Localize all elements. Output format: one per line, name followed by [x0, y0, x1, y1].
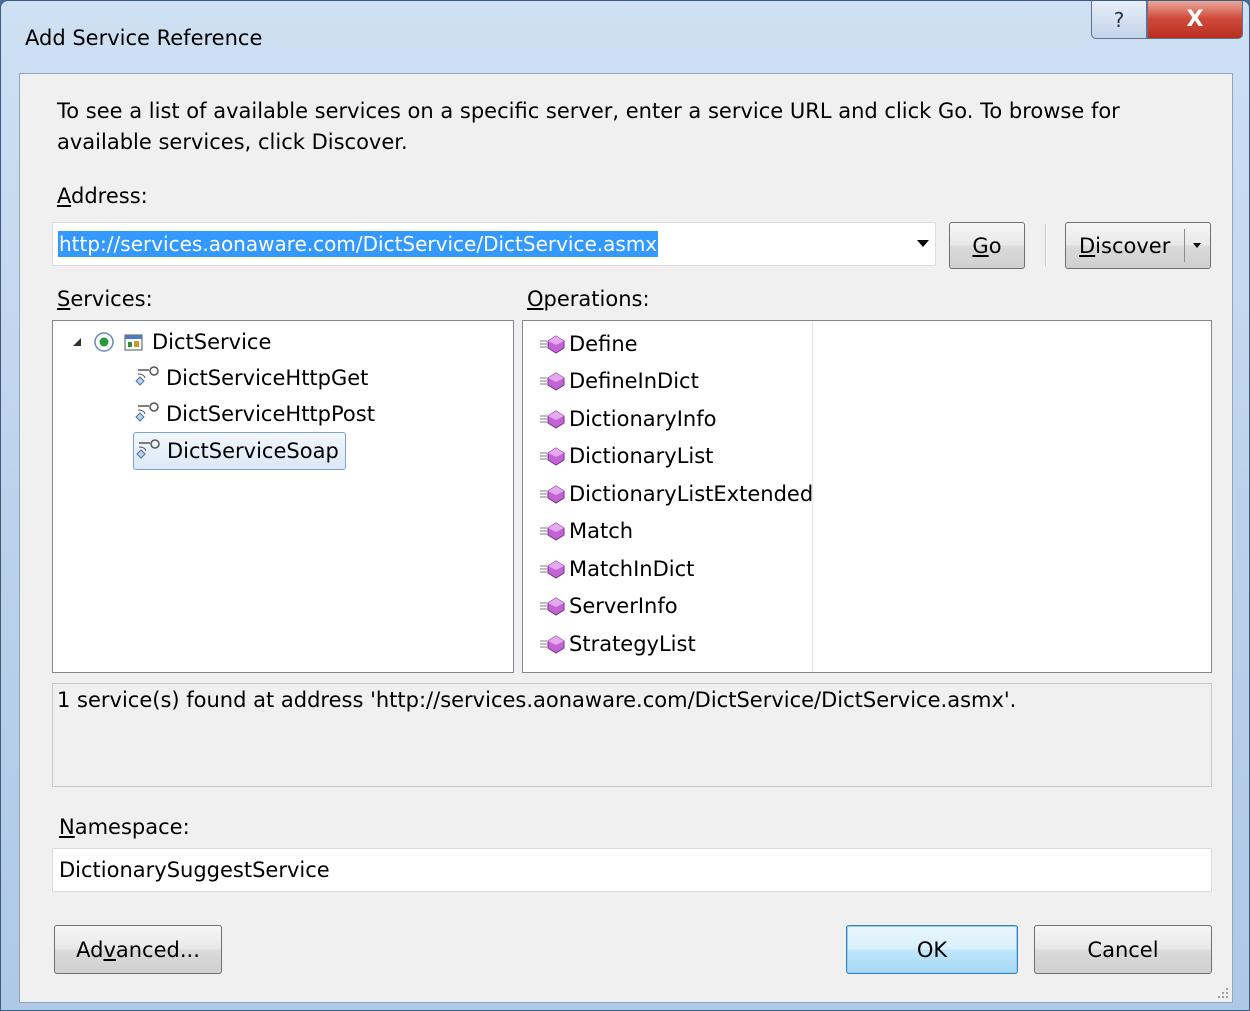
close-button[interactable]: X — [1147, 1, 1243, 39]
operation-item[interactable]: DictionaryList — [539, 438, 713, 475]
window-title: Add Service Reference — [25, 26, 263, 50]
advanced-button[interactable]: Ad v anced... — [54, 925, 222, 974]
method-icon — [540, 447, 565, 466]
operation-label: DictionaryListExtended — [569, 481, 814, 506]
triangle-expanded-icon[interactable] — [71, 336, 83, 348]
operation-label: MatchInDict — [569, 556, 695, 581]
tree-node-httppost[interactable]: DictServiceHttpPost — [135, 397, 375, 431]
method-icon — [540, 484, 565, 504]
operation-item[interactable]: DefineInDict — [539, 363, 699, 400]
help-button[interactable]: ? — [1091, 1, 1147, 39]
operations-label: Operations: — [527, 287, 650, 311]
dropdown-arrow-icon[interactable] — [917, 240, 929, 247]
namespace-label: Namespace: — [59, 815, 190, 839]
tree-node-dictservice[interactable]: DictService — [71, 325, 271, 359]
title-bar[interactable]: Add Service Reference ? X — [1, 1, 1249, 73]
tree-node-soap-selected[interactable]: DictServiceSoap — [133, 432, 346, 470]
instructions-text: To see a list of available services on a… — [57, 99, 1120, 154]
operation-label: DictionaryInfo — [569, 406, 717, 431]
namespace-input[interactable]: DictionarySuggestService — [52, 848, 1212, 892]
operation-item[interactable]: MatchInDict — [539, 550, 694, 587]
go-button[interactable]: Go — [949, 222, 1025, 269]
close-icon: X — [1186, 7, 1204, 32]
address-combobox[interactable]: http://services.aonaware.com/DictService… — [52, 222, 936, 266]
method-icon — [540, 559, 565, 579]
tree-node-label: DictServiceSoap — [167, 439, 339, 463]
service-reference-icon — [124, 334, 143, 351]
operation-item[interactable]: DictionaryInfo — [539, 400, 716, 437]
method-icon — [540, 334, 565, 354]
radio-selected-icon — [94, 332, 114, 352]
operation-item[interactable]: Define — [539, 325, 638, 362]
operation-label: StrategyList — [569, 631, 696, 656]
services-tree[interactable]: DictService DictServiceHttpGet DictServi… — [52, 320, 514, 673]
operation-label: ServerInfo — [569, 594, 678, 618]
operation-item[interactable]: DictionaryListExtended — [539, 475, 813, 512]
cancel-button[interactable]: Cancel — [1034, 925, 1212, 974]
method-icon — [540, 634, 565, 654]
split-divider — [1184, 229, 1185, 262]
operation-item[interactable]: ServerInfo — [539, 588, 678, 625]
operation-label: Define — [569, 331, 638, 356]
discover-dropdown-icon[interactable] — [1193, 243, 1201, 248]
status-message: 1 service(s) found at address 'http://se… — [57, 688, 1017, 712]
operations-list[interactable]: Define DefineInDict DictionaryInfo Dictiona… — [522, 320, 1212, 673]
namespace-value[interactable]: DictionarySuggestService — [59, 858, 330, 882]
endpoint-icon — [136, 439, 160, 459]
tree-node-label: DictService — [152, 330, 272, 354]
operation-label: DictionaryList — [569, 444, 714, 468]
method-icon — [540, 409, 565, 429]
address-input-value[interactable]: http://services.aonaware.com/DictService… — [58, 231, 659, 257]
endpoint-icon — [135, 366, 159, 386]
operation-item[interactable]: StrategyList — [539, 625, 696, 662]
operation-label: Match — [569, 519, 634, 543]
discover-label: Discover — [1079, 233, 1171, 258]
tree-node-label: DictServiceHttpGet — [166, 366, 369, 390]
method-icon — [540, 522, 565, 541]
method-icon — [540, 372, 565, 391]
discover-split-button[interactable]: Discover — [1065, 222, 1211, 269]
operation-item[interactable]: Match — [539, 513, 633, 550]
resize-grip-icon[interactable] — [1216, 986, 1230, 1000]
dialog-window: Add Service Reference ? X To see a list … — [0, 0, 1250, 1011]
tree-node-label: DictServiceHttpPost — [166, 402, 375, 426]
endpoint-icon — [135, 402, 159, 422]
tree-node-httpget[interactable]: DictServiceHttpGet — [135, 361, 368, 395]
services-label: Services: — [57, 287, 153, 311]
method-icon — [540, 597, 565, 616]
ok-button[interactable]: OK — [846, 925, 1018, 974]
operation-label: DefineInDict — [569, 369, 699, 393]
status-message-box: 1 service(s) found at address 'http://se… — [52, 683, 1212, 787]
dialog-client-area: To see a list of available services on a… — [19, 73, 1233, 1003]
help-icon: ? — [1113, 7, 1125, 32]
address-label: Address: — [57, 184, 148, 208]
toolbar-separator — [1045, 224, 1047, 266]
